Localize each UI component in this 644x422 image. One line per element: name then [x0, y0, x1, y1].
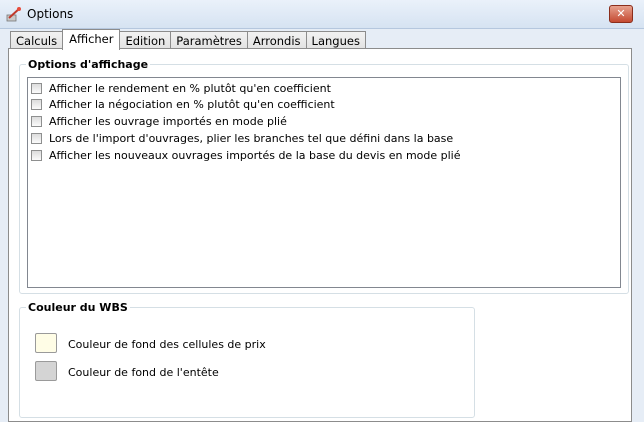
wbs-colors-title: Couleur du WBS	[26, 301, 130, 314]
close-button[interactable]: ✕	[609, 5, 633, 23]
price-cell-color-label: Couleur de fond des cellules de prix	[68, 338, 266, 351]
option-label: Afficher la négociation en % plutôt qu'e…	[49, 98, 335, 111]
option-nouveaux-ouvrages-plies[interactable]: Afficher les nouveaux ouvrages importés …	[31, 148, 461, 163]
window-title: Options	[27, 7, 74, 21]
option-checkbox[interactable]	[31, 116, 42, 127]
tab-strip: Calculs Afficher Edition Paramètres Arro…	[10, 29, 366, 50]
option-checkbox[interactable]	[31, 83, 42, 94]
options-app-icon	[6, 7, 21, 22]
option-ouvrages-plies[interactable]: Afficher les ouvrage importés en mode pl…	[31, 114, 287, 129]
option-label: Lors de l'import d'ouvrages, plier les b…	[49, 132, 454, 145]
display-options-list: Afficher le rendement en % plutôt qu'en …	[27, 77, 621, 288]
option-import-branches[interactable]: Lors de l'import d'ouvrages, plier les b…	[31, 131, 453, 146]
option-rendement-percent[interactable]: Afficher le rendement en % plutôt qu'en …	[31, 81, 331, 96]
price-cell-color-swatch[interactable]	[35, 333, 57, 353]
title-bar: Options ✕	[0, 0, 644, 29]
option-checkbox[interactable]	[31, 150, 42, 161]
display-options-title: Options d'affichage	[26, 58, 151, 71]
close-icon: ✕	[616, 7, 626, 20]
option-checkbox[interactable]	[31, 133, 42, 144]
option-label: Afficher le rendement en % plutôt qu'en …	[49, 82, 331, 95]
wbs-colors-group	[19, 307, 475, 418]
header-color-swatch[interactable]	[35, 361, 57, 381]
option-label: Afficher les ouvrage importés en mode pl…	[49, 115, 287, 128]
option-checkbox[interactable]	[31, 99, 42, 110]
tab-afficher[interactable]: Afficher	[62, 29, 121, 50]
option-label: Afficher les nouveaux ouvrages importés …	[49, 149, 461, 162]
option-negociation-percent[interactable]: Afficher la négociation en % plutôt qu'e…	[31, 97, 335, 112]
header-color-label: Couleur de fond de l'entête	[68, 366, 219, 379]
